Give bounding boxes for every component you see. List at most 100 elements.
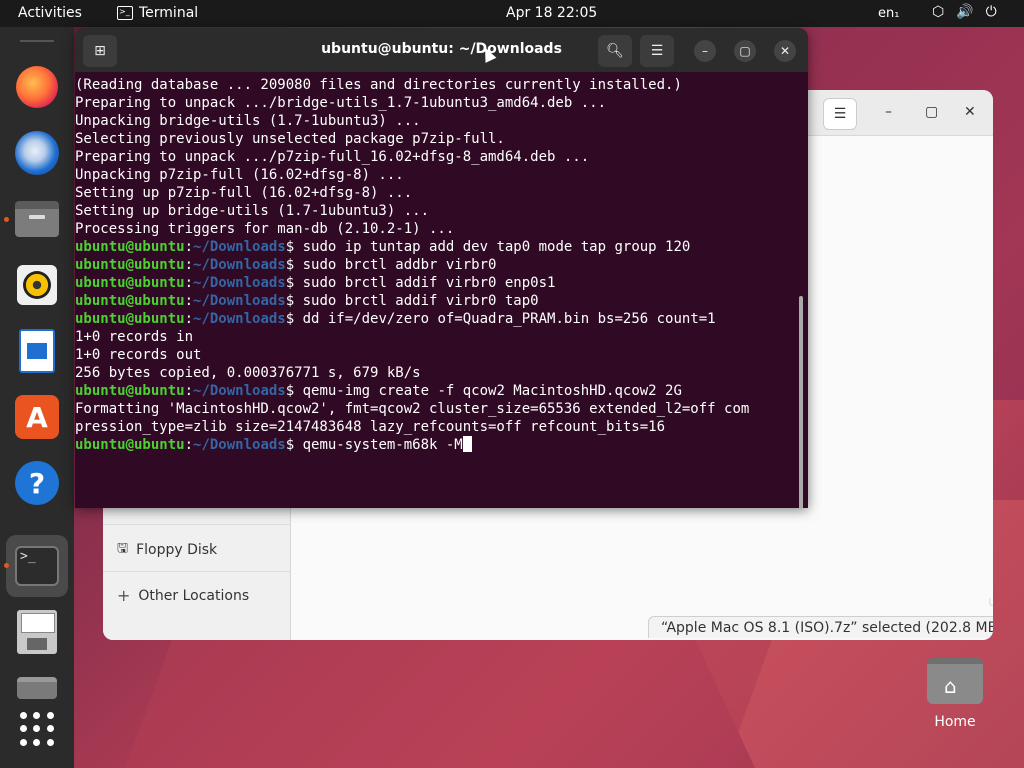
activities-button[interactable]: Activities — [18, 5, 82, 21]
command-text: qemu-img create -f qcow2 MacintoshHD.qco… — [302, 383, 682, 399]
terminal-line: (Reading database ... 209080 files and d… — [75, 76, 800, 94]
files-maximize-button[interactable]: ▢ — [925, 104, 938, 120]
output-text: Unpacking bridge-utils (1.7-1ubuntu3) ..… — [75, 113, 421, 129]
writer-icon — [19, 329, 55, 373]
terminal-line: ubuntu@ubuntu:~/Downloads$ dd if=/dev/ze… — [75, 310, 800, 328]
selection-status: “Apple Mac OS 8.1 (ISO).7z” selected (20… — [648, 616, 993, 638]
running-indicator — [4, 563, 9, 568]
dock-item-terminal[interactable]: >_ — [12, 541, 62, 591]
search-button[interactable]: 🔍︎ — [598, 35, 632, 67]
terminal-menu-button[interactable]: ☰ — [640, 35, 674, 67]
app-menu[interactable]: >_ Terminal — [117, 5, 198, 21]
prompt-path: ~/Downloads — [193, 257, 286, 273]
prompt-path: ~/Downloads — [193, 383, 286, 399]
prompt-path: ~/Downloads — [193, 275, 286, 291]
dock-item-help[interactable]: ? — [12, 458, 62, 508]
terminal-line: Processing triggers for man-db (2.10.2-1… — [75, 220, 800, 238]
prompt-user: ubuntu@ubuntu — [75, 311, 185, 327]
floppy-disk-icon — [17, 610, 57, 654]
output-text: Formatting 'MacintoshHD.qcow2', fmt=qcow… — [75, 401, 750, 417]
sidebar-divider — [103, 571, 291, 572]
app-grid-icon — [20, 712, 54, 746]
close-button[interactable]: ✕ — [774, 40, 796, 62]
terminal-icon: >_ — [15, 546, 59, 586]
prompt-user: ubuntu@ubuntu — [75, 239, 185, 255]
close-icon: ✕ — [779, 44, 791, 58]
files-minimize-button[interactable]: – — [885, 104, 892, 120]
command-text: sudo brctl addif virbr0 tap0 — [302, 293, 539, 309]
prompt-dollar: $ — [285, 275, 303, 291]
output-text: pression_type=zlib size=2147483648 lazy_… — [75, 419, 666, 435]
clock[interactable]: Apr 18 22:05 — [506, 5, 597, 21]
show-apps-button[interactable] — [12, 704, 62, 754]
terminal-scrollbar[interactable] — [799, 296, 803, 508]
terminal-output[interactable]: (Reading database ... 209080 files and d… — [75, 76, 800, 506]
prompt-colon: : — [184, 275, 194, 291]
desktop-home-icon[interactable]: ⌂ Home — [925, 658, 985, 730]
terminal-line: 1+0 records out — [75, 346, 800, 364]
rhythmbox-icon — [17, 265, 57, 305]
terminal-line: Unpacking bridge-utils (1.7-1ubuntu3) ..… — [75, 112, 800, 130]
terminal-line: ubuntu@ubuntu:~/Downloads$ sudo brctl ad… — [75, 292, 800, 310]
prompt-user: ubuntu@ubuntu — [75, 383, 185, 399]
sidebar-divider — [103, 524, 291, 525]
prompt-path: ~/Downloads — [193, 311, 286, 327]
output-text: 256 bytes copied, 0.000376771 s, 679 kB/… — [75, 365, 421, 381]
home-folder-icon: ⌂ — [927, 658, 983, 704]
current-command-input[interactable]: qemu-system-m68k -M — [303, 437, 463, 453]
sidebar-item-other-locations[interactable]: + Other Locations — [117, 586, 249, 605]
terminal-line: Setting up p7zip-full (16.02+dfsg-8) ... — [75, 184, 800, 202]
running-indicator — [4, 217, 9, 222]
command-text: sudo brctl addbr virbr0 — [302, 257, 497, 273]
output-text: Unpacking p7zip-full (16.02+dfsg-8) ... — [75, 167, 404, 183]
dock-item-rhythmbox[interactable] — [12, 260, 62, 310]
prompt-dollar: $ — [285, 311, 303, 327]
output-text: (Reading database ... 209080 files and d… — [75, 77, 682, 93]
prompt-dollar: $ — [285, 437, 303, 453]
command-text: dd if=/dev/zero of=Quadra_PRAM.bin bs=25… — [302, 311, 716, 327]
terminal-header-bar[interactable]: ⊞ ubuntu@ubuntu: ~/Downloads 🔍︎ ☰ – ▢ ✕ — [75, 28, 808, 72]
search-icon: 🔍︎ — [606, 43, 624, 59]
dock-item-app-center[interactable]: A — [12, 392, 62, 442]
dock-item-files[interactable] — [12, 194, 62, 244]
sidebar-item-floppy-disk[interactable]: 🖫 Floppy Disk — [117, 539, 217, 561]
terminal-line: Selecting previously unselected package … — [75, 130, 800, 148]
terminal-line: ubuntu@ubuntu:~/Downloads$ qemu-system-m… — [75, 436, 800, 454]
input-language-indicator[interactable]: en₁ — [878, 6, 899, 21]
drive-icon — [17, 677, 57, 699]
terminal-line: Setting up bridge-utils (1.7-1ubuntu3) .… — [75, 202, 800, 220]
command-text: sudo brctl addif virbr0 enp0s1 — [302, 275, 556, 291]
dock-item-floppy[interactable] — [12, 607, 62, 657]
prompt-dollar: $ — [285, 383, 303, 399]
prompt-colon: : — [184, 311, 194, 327]
terminal-line: Preparing to unpack .../p7zip-full_16.02… — [75, 148, 800, 166]
dock-separator — [20, 40, 54, 42]
truncated-label: u — [988, 594, 993, 610]
minimize-button[interactable]: – — [694, 40, 716, 62]
dock-item-writer[interactable] — [12, 326, 62, 376]
prompt-path: ~/Downloads — [193, 239, 286, 255]
files-menu-button[interactable]: ☰ — [823, 98, 857, 130]
files-icon — [15, 201, 59, 237]
thunderbird-icon — [15, 131, 59, 175]
terminal-line: ubuntu@ubuntu:~/Downloads$ sudo brctl ad… — [75, 274, 800, 292]
firefox-icon — [16, 66, 58, 108]
prompt-colon: : — [184, 293, 194, 309]
volume-icon: 🔊 — [956, 4, 974, 20]
terminal-icon: >_ — [117, 6, 133, 20]
prompt-user: ubuntu@ubuntu — [75, 293, 185, 309]
system-menu[interactable]: ⬡ 🔊 ⏻ — [932, 4, 997, 20]
power-icon: ⏻ — [985, 4, 997, 20]
files-close-button[interactable]: ✕ — [964, 104, 976, 120]
prompt-colon: : — [184, 437, 194, 453]
dock-item-firefox[interactable] — [12, 62, 62, 112]
terminal-line: ubuntu@ubuntu:~/Downloads$ sudo brctl ad… — [75, 256, 800, 274]
app-menu-label: Terminal — [139, 5, 199, 21]
maximize-button[interactable]: ▢ — [734, 40, 756, 62]
prompt-user: ubuntu@ubuntu — [75, 275, 185, 291]
text-cursor — [462, 436, 472, 452]
dock-item-thunderbird[interactable] — [12, 128, 62, 178]
prompt-dollar: $ — [285, 239, 303, 255]
terminal-line: ubuntu@ubuntu:~/Downloads$ qemu-img crea… — [75, 382, 800, 400]
terminal-window[interactable]: ⊞ ubuntu@ubuntu: ~/Downloads 🔍︎ ☰ – ▢ ✕ … — [75, 28, 808, 508]
